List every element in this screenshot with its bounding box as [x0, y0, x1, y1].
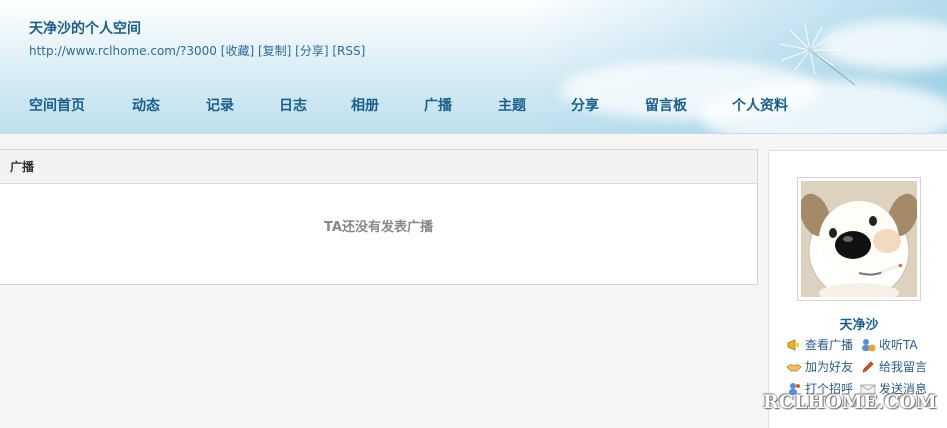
space-title: 天净沙的个人空间	[29, 21, 141, 37]
empty-message: TA还没有发表广播	[324, 220, 433, 235]
nav-item-album[interactable]: 相册	[351, 95, 379, 115]
follow-label: 收听TA	[879, 338, 918, 352]
add-friend-link[interactable]: 加为好友	[786, 358, 853, 375]
nav-item-feed[interactable]: 动态	[132, 95, 160, 115]
view-broadcast-link[interactable]: 查看广播	[786, 336, 853, 353]
profile-sidebar: 天净沙 查看广播 收听TA 加为好友 给我留言 打个招呼 发送消息	[768, 150, 947, 428]
nav-item-records[interactable]: 记录	[206, 95, 234, 115]
nav-item-blog[interactable]: 日志	[279, 95, 307, 115]
dog-avatar-icon	[801, 181, 917, 297]
rss-link[interactable]: [RSS]	[332, 44, 365, 58]
space-nav: 空间首页 动态 记录 日志 相册 广播 主题 分享 留言板 个人资料	[0, 95, 947, 121]
nav-item-home[interactable]: 空间首页	[29, 95, 85, 115]
favorite-link[interactable]: [收藏]	[221, 44, 254, 58]
handshake-icon	[786, 360, 802, 374]
nav-item-broadcast[interactable]: 广播	[424, 95, 452, 115]
leave-message-link[interactable]: 给我留言	[860, 358, 927, 375]
user-name[interactable]: 天净沙	[769, 314, 947, 333]
share-link[interactable]: [分享]	[295, 44, 328, 58]
view-broadcast-label: 查看广播	[805, 338, 854, 352]
add-friend-label: 加为好友	[805, 360, 854, 374]
leave-message-label: 给我留言	[879, 360, 928, 374]
broadcast-panel: 广播 TA还没有发表广播	[0, 149, 758, 285]
follow-link[interactable]: 收听TA	[860, 336, 918, 353]
panel-title: 广播	[0, 150, 757, 184]
nav-item-share[interactable]: 分享	[571, 95, 599, 115]
space-url[interactable]: http://www.rclhome.com/?3000	[29, 44, 217, 58]
space-url-line: http://www.rclhome.com/?3000 [收藏] [复制] […	[29, 42, 365, 59]
space-header: 天净沙的个人空间 http://www.rclhome.com/?3000 [收…	[0, 0, 947, 134]
follow-icon	[860, 338, 876, 352]
nav-item-topics[interactable]: 主题	[498, 95, 526, 115]
watermark: RCLHOME.COM	[763, 391, 937, 413]
dandelion-decoration	[779, 24, 856, 86]
avatar-image	[801, 181, 917, 297]
avatar[interactable]	[797, 177, 921, 301]
megaphone-icon	[786, 338, 802, 352]
pencil-icon	[860, 360, 876, 374]
nav-item-profile[interactable]: 个人资料	[732, 95, 788, 115]
nav-item-guestbook[interactable]: 留言板	[645, 95, 687, 115]
copy-link[interactable]: [复制]	[258, 44, 291, 58]
